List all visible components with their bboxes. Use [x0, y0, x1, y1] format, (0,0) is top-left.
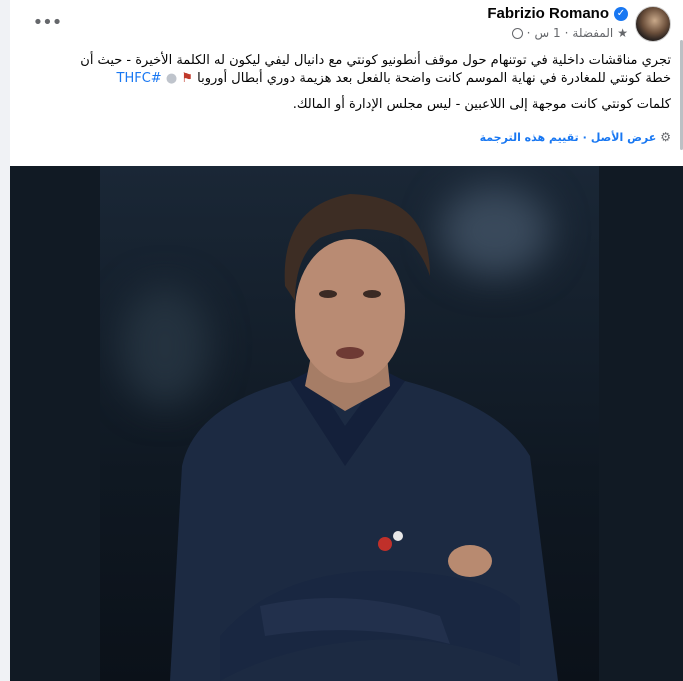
photo-area — [100, 166, 599, 681]
post-paragraph-1: تجري مناقشات داخلية في توتنهام حول موقف … — [51, 52, 671, 88]
translation-bar: ⚙ عرض الأصل · تقييم هذه الترجمة — [480, 130, 671, 144]
favorites-star-icon: ★ — [617, 26, 628, 40]
rate-translation-link[interactable]: تقييم هذه الترجمة — [480, 131, 579, 144]
more-options-button[interactable]: ••• — [32, 12, 63, 33]
translate-separator: · — [582, 130, 587, 144]
see-original-link[interactable]: عرض الأصل — [591, 131, 656, 144]
post-text: تجري مناقشات داخلية في توتنهام حول موقف … — [51, 52, 671, 122]
audience-label: المفضلة — [572, 26, 614, 40]
post-timestamp[interactable]: 1 س — [534, 26, 560, 40]
person-illustration — [170, 194, 558, 681]
gear-icon[interactable]: ⚙ — [660, 130, 671, 144]
red-emoji-icon: ⚑ — [181, 71, 193, 86]
ball-emoji-icon: ● — [165, 71, 178, 86]
meta-separator: · — [526, 26, 531, 40]
verified-badge-icon: ✓ — [614, 6, 628, 21]
author-name[interactable]: Fabrizio Romano — [487, 5, 609, 22]
globe-icon — [511, 27, 523, 39]
avatar[interactable] — [635, 6, 671, 42]
hashtag-link[interactable]: #THFC — [117, 71, 162, 86]
post-author: Fabrizio Romano ✓ — [487, 5, 628, 22]
post-meta: ★ المفضلة · 1 س · — [511, 26, 628, 40]
meta-separator: · — [564, 26, 569, 40]
post-card: ••• Fabrizio Romano ✓ ★ المفضلة · 1 س · … — [10, 0, 683, 681]
post-image[interactable] — [10, 166, 683, 681]
post-paragraph-2: كلمات كونتي كانت موجهة إلى اللاعبين - لي… — [292, 97, 671, 112]
